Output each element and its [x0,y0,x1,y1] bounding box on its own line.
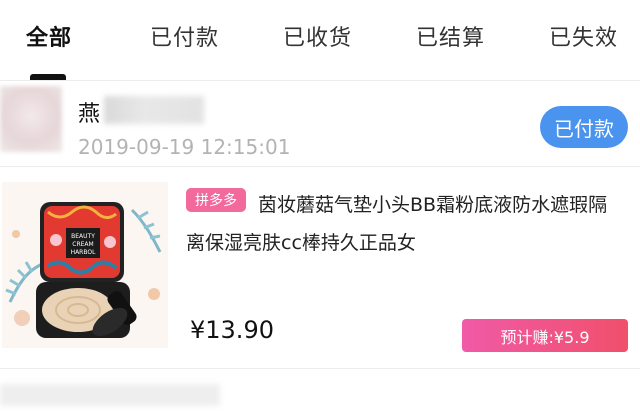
tab-invalid[interactable]: 已失效 [549,20,618,52]
buyer-name: 燕 [78,102,101,127]
tab-all[interactable]: 全部 [26,20,72,52]
avatar [0,86,62,152]
estimated-earn-badge: 预计赚:¥5.9 [462,319,628,352]
product-image[interactable]: BEAUTY CREAM HARBOL [2,182,168,348]
cushion-product-illustration: BEAUTY CREAM HARBOL [5,202,162,338]
product-title[interactable]: 茵妆蘑菇气垫小头BB霜粉底液防水遮瑕隔离保湿亮肤cc棒持久正品女 [186,186,626,262]
status-badge: 已付款 [540,106,628,148]
svg-text:HARBOL: HARBOL [71,249,97,256]
compact-brand-text: BEAUTY [71,233,95,240]
header-divider [0,166,640,167]
product-price: ¥13.90 [190,316,274,344]
tabs-divider [0,80,640,81]
order-status-tabs: 全部 已付款 已收货 已结算 已失效 [0,0,640,80]
svg-text:CREAM: CREAM [72,241,93,248]
buyer-name-redacted [104,96,204,124]
tab-paid[interactable]: 已付款 [150,20,219,52]
card-divider [0,368,640,369]
order-time: 2019-09-19 12:15:01 [78,135,291,159]
tab-received[interactable]: 已收货 [283,20,352,52]
next-order-preview [0,384,220,406]
tab-settled[interactable]: 已结算 [416,20,485,52]
